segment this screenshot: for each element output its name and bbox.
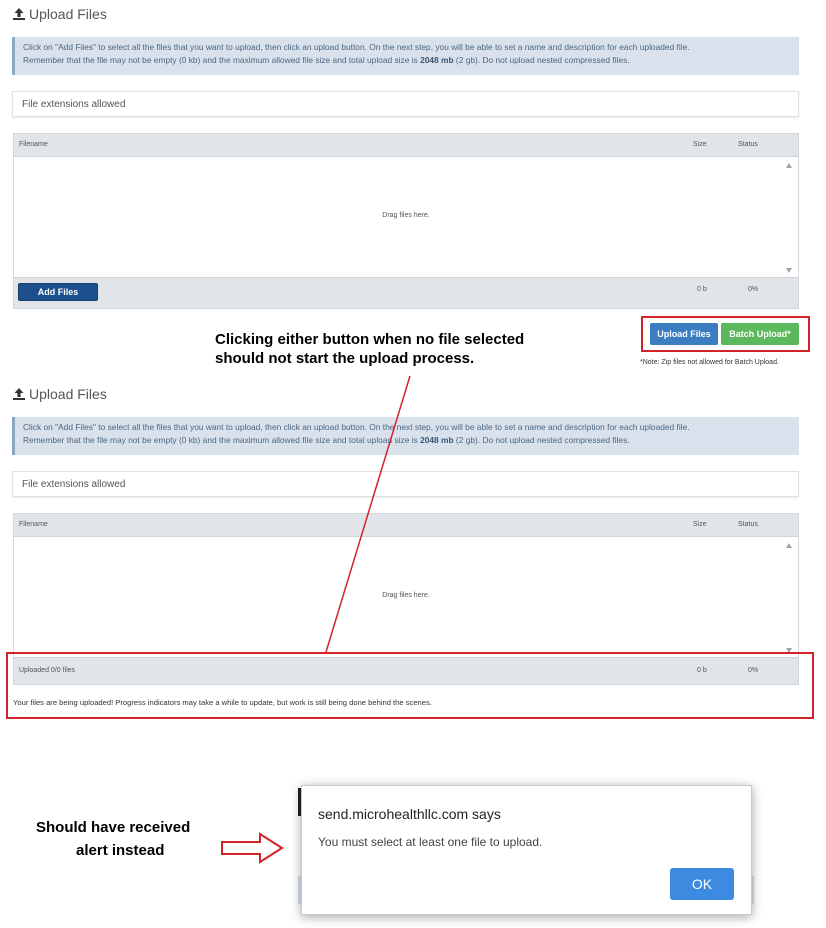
connector-line-segment: [325, 375, 411, 653]
right-arrow-outline-icon: [221, 832, 284, 864]
expected-behaviour-text: Should have received alert instead: [36, 819, 191, 859]
alert-dialog: send.microhealthllc.com says You must se…: [301, 785, 752, 915]
alert-message: You must select at least one file to upl…: [318, 835, 543, 849]
ok-button[interactable]: OK: [670, 868, 734, 900]
alert-origin: send.microhealthllc.com says: [318, 806, 501, 822]
